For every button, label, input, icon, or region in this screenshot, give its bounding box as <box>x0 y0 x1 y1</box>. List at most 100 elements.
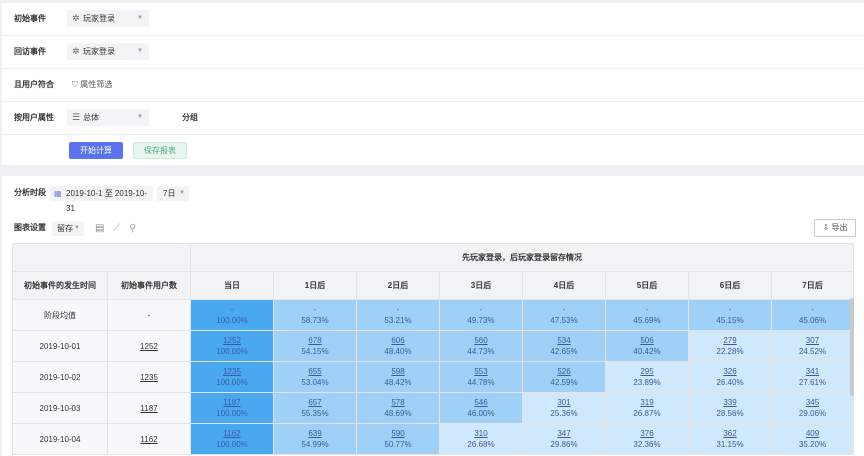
retention-count[interactable]: 655 <box>274 366 356 377</box>
retention-count[interactable]: 295 <box>606 366 688 377</box>
retention-percent: 100.00% <box>216 347 248 356</box>
retention-cell[interactable]: 506 40.42% <box>605 330 689 362</box>
retention-percent: 47.53% <box>550 316 578 325</box>
retention-count[interactable]: 678 <box>274 335 356 346</box>
table-row: 2019-10-02 1235 1235 100.00% 655 53.04% 598 48.… <box>12 361 854 393</box>
retention-cell[interactable]: 606 48.40% <box>356 330 440 362</box>
retention-count[interactable]: 606 <box>357 335 439 346</box>
retention-count[interactable]: 279 <box>689 335 771 346</box>
time-span-select[interactable]: 7日 ▼ <box>157 186 189 201</box>
retention-cell[interactable]: 1235 100.00% <box>190 361 274 393</box>
retention-cell[interactable]: 639 54.99% <box>273 423 357 455</box>
row-users-value[interactable]: 1235 <box>140 373 158 382</box>
row-users-value[interactable]: 1162 <box>140 435 157 444</box>
retention-count[interactable]: 310 <box>440 428 522 439</box>
retention-cell[interactable]: 295 23.89% <box>605 361 689 393</box>
retention-cell[interactable]: 526 42.59% <box>522 361 606 393</box>
retention-count[interactable]: 345 <box>772 397 853 408</box>
retention-cell[interactable]: 319 26.87% <box>605 392 689 424</box>
date-range-picker[interactable]: ▦ 2019-10-1 至 2019-10-31 <box>50 186 153 213</box>
retention-percent: 53.21% <box>384 316 412 325</box>
retention-cell[interactable]: 678 54.15% <box>273 330 357 362</box>
line-chart-icon[interactable]: ⟋ <box>113 221 120 236</box>
retention-cell[interactable]: 560 44.73% <box>439 330 523 362</box>
retention-count[interactable]: 301 <box>523 397 605 408</box>
retention-count[interactable]: 657 <box>274 397 356 408</box>
retention-count[interactable]: 347 <box>523 428 605 439</box>
retention-cell[interactable]: 590 50.77% <box>356 423 440 455</box>
retention-count[interactable]: 341 <box>772 366 853 377</box>
retention-cell[interactable]: 301 25.36% <box>522 392 606 424</box>
retention-count[interactable]: 409 <box>772 428 853 439</box>
retention-count[interactable]: 639 <box>274 428 356 439</box>
retention-cell[interactable]: 534 42.65% <box>522 330 606 362</box>
retention-count[interactable]: 526 <box>523 366 605 377</box>
retention-cell[interactable]: 655 53.04% <box>273 361 357 393</box>
retention-count[interactable]: 362 <box>689 428 771 439</box>
retention-cell[interactable]: 339 28.56% <box>688 392 772 424</box>
row-users[interactable]: 1235 <box>107 361 191 393</box>
retention-percent: 50.77% <box>384 440 412 449</box>
retention-cell[interactable]: 376 32.36% <box>605 423 689 455</box>
retention-count[interactable]: 307 <box>772 335 853 346</box>
retention-count[interactable]: 339 <box>689 397 771 408</box>
retention-cell: - 58.73% <box>273 299 357 331</box>
save-report-button[interactable]: 保存报表 <box>133 142 187 159</box>
retention-cell[interactable]: 598 48.42% <box>356 361 440 393</box>
retention-cell[interactable]: 657 55.35% <box>273 392 357 424</box>
row-users-value: - <box>147 310 151 320</box>
retention-count[interactable]: 506 <box>606 335 688 346</box>
retention-count[interactable]: 534 <box>523 335 605 346</box>
retention-cell[interactable]: 345 29.06% <box>771 392 854 424</box>
retention-count[interactable]: 1235 <box>191 366 273 377</box>
retention-count[interactable]: 590 <box>357 428 439 439</box>
retention-count[interactable]: 326 <box>689 366 771 377</box>
retention-percent: 45.06% <box>798 316 827 325</box>
retention-cell[interactable]: 1252 100.00% <box>190 330 274 362</box>
retention-cell[interactable]: 347 29.86% <box>522 423 606 455</box>
chart-mode-select[interactable]: 留存 ▼ <box>52 221 84 236</box>
table-view-icon[interactable]: ▤ <box>95 221 104 236</box>
row-users-value[interactable]: 1252 <box>140 342 158 351</box>
retention-count[interactable]: 1162 <box>191 428 273 439</box>
retention-percent: 26.68% <box>467 440 495 449</box>
retention-count[interactable]: 578 <box>357 397 439 408</box>
retention-count[interactable]: 546 <box>440 397 522 408</box>
retention-count[interactable]: 553 <box>440 366 522 377</box>
retention-cell[interactable]: 362 31.15% <box>688 423 772 455</box>
row-users[interactable]: 1162 <box>107 423 191 455</box>
retention-count[interactable]: 319 <box>606 397 688 408</box>
export-button[interactable]: ⇩ 导出 <box>814 219 856 237</box>
return-event-select[interactable]: ✲ 玩家登录 ▼ <box>67 43 149 60</box>
chevron-down-icon: ▼ <box>74 225 80 231</box>
trend-chart-icon[interactable]: ⚲ <box>129 221 136 236</box>
day-col-header: 6日后 <box>688 271 772 300</box>
retention-count[interactable]: 560 <box>440 335 522 346</box>
retention-cell[interactable]: 326 26.40% <box>688 361 772 393</box>
row-users[interactable]: 1252 <box>107 330 191 362</box>
retention-cell[interactable]: 546 46.00% <box>439 392 523 424</box>
start-calc-button[interactable]: 开始计算 <box>69 142 123 159</box>
retention-cell[interactable]: 553 44.78% <box>439 361 523 393</box>
retention-cell[interactable]: 409 35.20% <box>771 423 854 455</box>
retention-count[interactable]: 598 <box>357 366 439 377</box>
retention-cell[interactable]: 341 27.61% <box>771 361 854 393</box>
funnel-icon: ⛉ <box>72 80 78 89</box>
initial-event-select[interactable]: ✲ 玩家登录 ▼ <box>67 10 149 27</box>
retention-cell[interactable]: 578 48.69% <box>356 392 440 424</box>
retention-cell[interactable]: 279 22.28% <box>688 330 772 362</box>
user-attr-select[interactable]: ☰ 总体 ▼ <box>67 109 149 126</box>
row-users[interactable]: 1187 <box>107 392 191 424</box>
retention-cell[interactable]: 310 26.68% <box>439 423 523 455</box>
retention-count[interactable]: 1187 <box>191 397 273 408</box>
retention-cell[interactable]: 1187 100.00% <box>190 392 274 424</box>
retention-cell: - 45.15% <box>688 299 772 331</box>
retention-count[interactable]: 1252 <box>191 335 273 346</box>
retention-count[interactable]: 376 <box>606 428 688 439</box>
row-users-value[interactable]: 1187 <box>140 404 157 413</box>
retention-cell[interactable]: 307 24.52% <box>771 330 854 362</box>
attribute-filter-link[interactable]: ⛉ 属性筛选 <box>72 69 112 101</box>
scrollbar[interactable] <box>850 298 854 396</box>
retention-cell[interactable]: 1162 100.00% <box>190 423 274 455</box>
list-icon: ☰ <box>72 112 81 122</box>
